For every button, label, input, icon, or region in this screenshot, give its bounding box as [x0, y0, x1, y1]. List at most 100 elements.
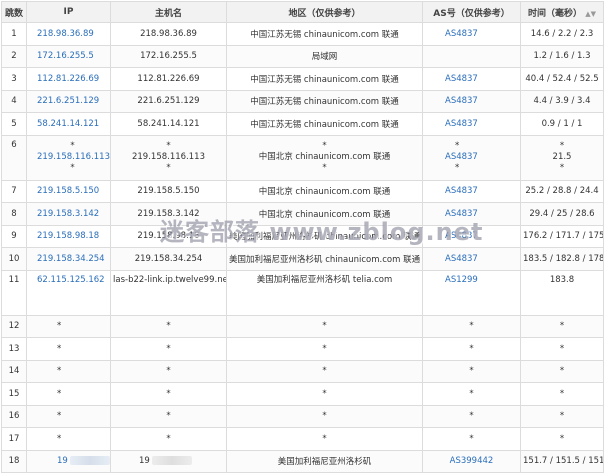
as-link[interactable]: AS4837: [445, 186, 478, 196]
star: *: [455, 141, 460, 151]
host-cell: *: [110, 404, 227, 428]
host-cell: *: [110, 427, 227, 451]
ip-cell: *: [26, 404, 111, 428]
hop-cell: 4: [1, 89, 27, 113]
region-cell: *: [226, 427, 423, 451]
region-cell: 中国北京 chinaunicom.com 联通: [258, 152, 391, 162]
ip-link[interactable]: 58.241.14.121: [37, 119, 99, 129]
region-cell: 中国江苏无锡 chinaunicom.com 联通: [226, 22, 423, 46]
as-link[interactable]: AS4837: [445, 254, 478, 264]
hop-cell: 18: [1, 449, 27, 473]
header-host: 主机名: [110, 1, 227, 23]
region-cell: 中国江苏无锡 chinaunicom.com 联通: [226, 89, 423, 113]
ip-link[interactable]: 62.115.125.162: [37, 275, 108, 286]
region-cell: 中国江苏无锡 chinaunicom.com 联通: [226, 112, 423, 136]
time-cell: *: [520, 382, 604, 406]
star: *: [166, 141, 171, 151]
region-cell: 美国加利福尼亚州洛杉矶 chinaunicom.com 联通: [226, 224, 423, 248]
host-cell: 19: [139, 456, 150, 467]
ip-link[interactable]: 172.16.255.5: [37, 51, 94, 61]
time-cell: 183.8: [549, 274, 575, 285]
region-cell: 中国北京 chinaunicom.com 联通: [226, 179, 423, 203]
hop-cell: 7: [1, 179, 27, 203]
hop-cell: 10: [1, 247, 27, 271]
as-link[interactable]: AS4837: [445, 152, 518, 163]
star: *: [70, 141, 75, 151]
ip-link[interactable]: 219.158.34.254: [37, 254, 105, 264]
ip-link[interactable]: 112.81.226.69: [37, 74, 99, 84]
time-cell: 176.2 / 171.7 / 175.2: [520, 224, 604, 248]
table-row: 3 112.81.226.69 112.81.226.69 中国江苏无锡 chi…: [1, 67, 604, 91]
star: *: [559, 163, 565, 173]
region-cell: *: [226, 404, 423, 428]
time-cell: *: [520, 427, 604, 451]
header-time[interactable]: 时间（毫秒） ▲▼: [520, 1, 604, 23]
as-link[interactable]: AS4837: [445, 119, 478, 129]
time-cell: *: [520, 337, 604, 361]
sort-icon[interactable]: ▲▼: [585, 10, 596, 18]
table-row: 2 172.16.255.5 172.16.255.5 局域网 1.2 / 1.…: [1, 44, 604, 68]
ip-link[interactable]: 219.158.116.113: [37, 152, 110, 163]
as-link[interactable]: AS4837: [445, 29, 478, 39]
hop-cell: 17: [1, 427, 27, 451]
time-cell: 151.7 / 151.5 / 151.5: [520, 449, 604, 473]
time-cell: 29.4 / 25 / 28.6: [520, 202, 604, 226]
table-row: 11 62.115.125.162 las-b22-link.ip.twelve…: [1, 269, 604, 316]
ip-link[interactable]: 218.98.36.89: [37, 29, 94, 39]
table-row: 6 * 219.158.116.113 * * 219.158.116.113 * * 中…: [1, 134, 604, 181]
header-time-label: 时间（毫秒）: [528, 8, 583, 19]
ip-cell: *: [26, 359, 111, 383]
hop-cell: 8: [1, 202, 27, 226]
time-cell: *: [520, 404, 604, 428]
as-link[interactable]: AS399442: [450, 456, 494, 466]
as-link[interactable]: AS4837: [445, 96, 478, 106]
hop-cell: 9: [1, 224, 27, 248]
region-cell: *: [226, 314, 423, 338]
region-cell: 中国江苏无锡 chinaunicom.com 联通: [226, 67, 423, 91]
region-cell: 局域网: [226, 44, 423, 68]
region-cell: 美国加利福尼亚州洛杉矶 telia.com: [256, 274, 393, 285]
as-cell: *: [422, 359, 521, 383]
redacted-host-blur: [151, 456, 192, 466]
table-row: 15 * * * * *: [1, 382, 604, 406]
ip-cell: *: [26, 427, 111, 451]
star: *: [455, 163, 460, 173]
host-cell: 219.158.5.150: [110, 179, 227, 203]
host-cell: 219.158.3.142: [110, 202, 227, 226]
ip-link[interactable]: 219.158.5.150: [37, 186, 99, 196]
table-row: 8 219.158.3.142 219.158.3.142 中国北京 china…: [1, 202, 604, 226]
redacted-ip-blur: [69, 456, 110, 466]
time-cell: 25.2 / 28.8 / 24.4: [520, 179, 604, 203]
star: *: [559, 141, 565, 151]
as-link[interactable]: AS4837: [445, 74, 478, 84]
time-cell: 0.9 / 1 / 1: [520, 112, 604, 136]
ip-cell: *: [26, 314, 111, 338]
region-cell: *: [226, 337, 423, 361]
host-cell: *: [110, 382, 227, 406]
time-cell: 183.5 / 182.8 / 178.4: [520, 247, 604, 271]
as-link[interactable]: AS1299: [445, 275, 518, 286]
table-row: 9 219.158.98.18 219.158.98.18 美国加利福尼亚州洛杉…: [1, 224, 604, 248]
table-row: 7 219.158.5.150 219.158.5.150 中国北京 china…: [1, 179, 604, 203]
as-link[interactable]: AS4837: [445, 209, 478, 219]
star: *: [322, 141, 327, 151]
ip-link[interactable]: 219.158.98.18: [37, 231, 99, 241]
ip-link[interactable]: 221.6.251.129: [37, 96, 99, 106]
host-cell: 221.6.251.129: [110, 89, 227, 113]
host-cell: *: [110, 314, 227, 338]
table-row: 12 * * * * *: [1, 314, 604, 338]
host-cell: 219.158.34.254: [110, 247, 227, 271]
time-cell: *: [520, 359, 604, 383]
as-cell: *: [422, 314, 521, 338]
ip-cell: *: [26, 382, 111, 406]
as-cell: *: [422, 337, 521, 361]
table-row: 1 218.98.36.89 218.98.36.89 中国江苏无锡 china…: [1, 22, 604, 46]
ip-link[interactable]: 19: [57, 456, 68, 466]
as-link[interactable]: AS4837: [445, 231, 478, 241]
host-cell: 58.241.14.121: [110, 112, 227, 136]
star: *: [70, 163, 75, 173]
as-cell: *: [422, 427, 521, 451]
host-cell: las-b22-link.ip.twelve99.net: [113, 274, 227, 285]
table-row: 16 * * * * *: [1, 404, 604, 428]
ip-link[interactable]: 219.158.3.142: [37, 209, 99, 219]
